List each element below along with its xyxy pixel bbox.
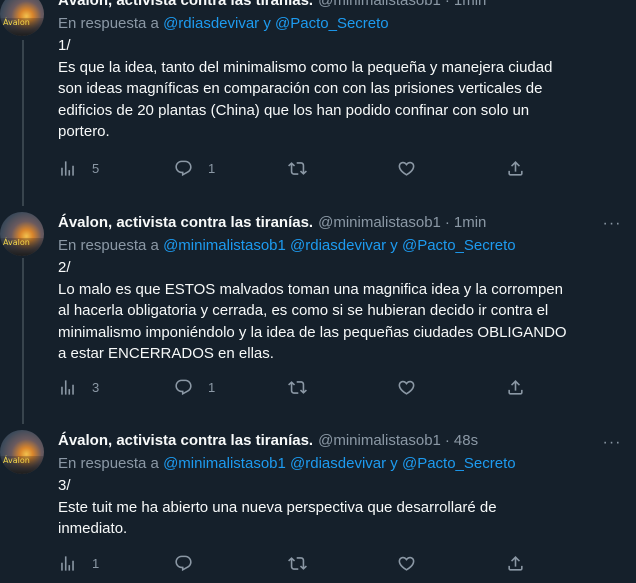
more-icon[interactable]: ··· <box>600 435 624 451</box>
mention-link[interactable]: @Pacto_Secreto <box>402 237 516 254</box>
author-handle[interactable]: @minimalistasob1 <box>318 432 441 449</box>
mention-link[interactable]: @minimalistasob1 <box>163 455 286 472</box>
separator: · <box>444 432 450 449</box>
reply-icon <box>175 379 192 395</box>
like-button[interactable] <box>397 378 416 397</box>
avatar-label: Ávalon <box>3 456 30 465</box>
reply-context: En respuesta a @minimalistasob1 @rdiasde… <box>58 454 624 474</box>
reply-count: 1 <box>208 160 216 176</box>
views-button[interactable]: 3 <box>58 378 99 397</box>
text-line: portero. <box>58 123 110 140</box>
tweet-text: 1/ Es que la idea, tanto del minimalismo… <box>58 35 624 143</box>
separator: · <box>444 0 450 9</box>
like-button[interactable] <box>397 554 416 573</box>
views-icon <box>61 379 74 395</box>
views-icon <box>61 555 74 571</box>
reply-icon <box>175 555 192 571</box>
tweet-text: 3/ Este tuit me ha abierto una nueva per… <box>58 475 624 540</box>
mention-link[interactable]: @rdiasdevivar <box>290 237 386 254</box>
avatar-label: Ávalon <box>3 238 30 247</box>
views-count: 3 <box>92 379 100 395</box>
author-handle[interactable]: @minimalistasob1 <box>318 214 441 231</box>
tweet-header: Ávalon, activista contra las tiranías. @… <box>58 0 624 12</box>
reply-button[interactable] <box>174 554 208 573</box>
share-icon <box>508 379 523 395</box>
reply-button[interactable]: 1 <box>174 159 215 178</box>
author-name[interactable]: Ávalon, activista contra las tiranías. <box>58 214 313 231</box>
share-icon <box>508 555 523 571</box>
avatar-label: Ávalon <box>3 18 30 27</box>
like-icon <box>398 556 415 571</box>
share-button[interactable] <box>506 378 525 397</box>
tweet-header: Ávalon, activista contra las tiranías. @… <box>58 214 624 234</box>
more-icon[interactable]: ··· <box>600 0 624 7</box>
author-handle[interactable]: @minimalistasob1 <box>318 0 441 9</box>
like-icon <box>398 161 415 176</box>
reply-count: 1 <box>208 379 216 395</box>
reply-prefix: En respuesta a <box>58 15 159 32</box>
mention-conjunction: y <box>390 455 398 472</box>
reply-context: En respuesta a @minimalistasob1 @rdiasde… <box>58 236 624 256</box>
share-button[interactable] <box>506 159 525 178</box>
text-line: Es que la idea, tanto del minimalismo co… <box>58 58 553 76</box>
retweet-button[interactable] <box>288 554 307 573</box>
like-button[interactable] <box>397 159 416 178</box>
views-count: 5 <box>92 160 100 176</box>
text-line: inmediato. <box>58 520 128 537</box>
reply-prefix: En respuesta a <box>58 455 159 472</box>
text-line: Este tuit me ha abierto una nueva perspe… <box>58 498 497 516</box>
retweet-icon <box>288 556 307 570</box>
views-button[interactable]: 5 <box>58 159 99 178</box>
mention-conjunction: y <box>263 15 271 32</box>
text-line: son ideas magníficas en comparación con … <box>58 80 543 97</box>
mention-link[interactable]: @Pacto_Secreto <box>402 455 516 472</box>
views-icon <box>61 160 74 176</box>
mention-link[interactable]: @minimalistasob1 <box>163 237 286 254</box>
tweet-header: Ávalon, activista contra las tiranías. @… <box>58 432 624 452</box>
views-button[interactable]: 1 <box>58 554 99 573</box>
text-line: a estar ENCERRADOS en ellas. <box>58 345 274 362</box>
more-icon[interactable]: ··· <box>600 216 624 232</box>
avatar[interactable]: Ávalon <box>0 0 44 36</box>
text-line: edificios de 20 plantas (China) que los … <box>58 101 530 119</box>
text-line: 2/ <box>58 259 71 276</box>
text-line: al hacerla obligatoria y cerrada, es com… <box>58 302 549 319</box>
timestamp[interactable]: 1min <box>454 214 487 231</box>
separator: · <box>444 214 450 231</box>
mention-link[interactable]: @rdiasdevivar <box>290 455 386 472</box>
timestamp[interactable]: 48s <box>454 432 478 449</box>
reply-context: En respuesta a @rdiasdevivar y @Pacto_Se… <box>58 14 624 34</box>
avatar[interactable]: Ávalon <box>0 430 44 474</box>
retweet-button[interactable] <box>288 159 307 178</box>
text-line: 3/ <box>58 477 71 494</box>
like-icon <box>398 380 415 395</box>
views-count: 1 <box>92 555 100 571</box>
text-line: Lo malo es que ESTOS malvados toman una … <box>58 280 563 298</box>
text-line: minimalismo imponiéndolo y la idea de la… <box>58 323 567 341</box>
share-button[interactable] <box>506 554 525 573</box>
text-line: 1/ <box>58 37 71 54</box>
author-name[interactable]: Ávalon, activista contra las tiranías. <box>58 0 313 9</box>
mention-link[interactable]: @Pacto_Secreto <box>275 15 389 32</box>
author-name[interactable]: Ávalon, activista contra las tiranías. <box>58 432 313 449</box>
reply-button[interactable]: 1 <box>174 378 215 397</box>
timestamp[interactable]: 1min <box>454 0 487 9</box>
reply-icon <box>175 160 192 176</box>
reply-prefix: En respuesta a <box>58 237 159 254</box>
avatar[interactable]: Ávalon <box>0 212 44 256</box>
share-icon <box>508 160 523 176</box>
retweet-icon <box>288 380 307 394</box>
mention-link[interactable]: @rdiasdevivar <box>163 15 259 32</box>
mention-conjunction: y <box>390 237 398 254</box>
retweet-icon <box>288 161 307 175</box>
retweet-button[interactable] <box>288 378 307 397</box>
tweet-text: 2/ Lo malo es que ESTOS malvados toman u… <box>58 257 624 365</box>
